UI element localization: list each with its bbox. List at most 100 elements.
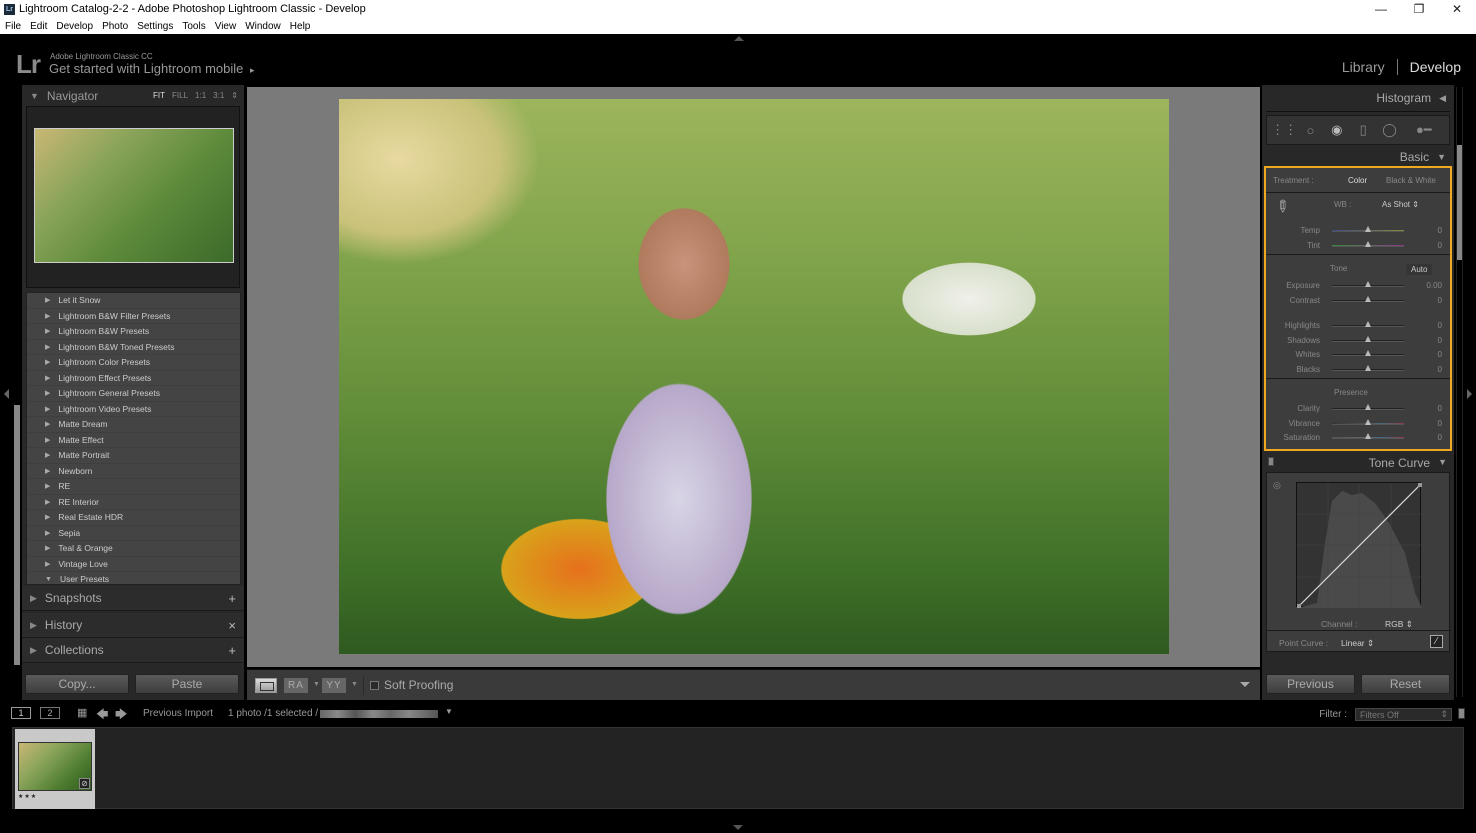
preset-folder[interactable]: ▶ Real Estate HDR	[27, 510, 240, 526]
copy-button[interactable]: Copy...	[25, 674, 129, 694]
before-after-button[interactable]: RA	[284, 678, 308, 693]
slider-value[interactable]: 0	[1438, 226, 1442, 235]
preset-folder[interactable]: ▶ Sepia	[27, 526, 240, 541]
preset-folder[interactable]: ▶ Lightroom Effect Presets	[27, 371, 240, 386]
slider-value[interactable]: 0.00	[1426, 281, 1442, 290]
back-arrow-icon[interactable]: 🡄	[96, 705, 108, 726]
forward-arrow-icon[interactable]: 🡆	[115, 705, 127, 726]
histogram-header[interactable]: Histogram ◀	[1262, 89, 1454, 107]
slider-thumb[interactable]	[1365, 241, 1371, 247]
preset-folder[interactable]: ▶ RE Interior	[27, 495, 240, 510]
treatment-black-white[interactable]: Black & White	[1386, 176, 1436, 185]
treatment-color[interactable]: Color	[1348, 176, 1367, 185]
slider-value[interactable]: 0	[1438, 336, 1442, 345]
point-curve-select[interactable]: Linear ⇕	[1341, 638, 1374, 649]
toolbar-menu-icon[interactable]	[1240, 682, 1250, 687]
reset-button[interactable]: Reset	[1361, 674, 1450, 694]
main-photo[interactable]	[339, 99, 1169, 654]
preset-folder[interactable]: ▶ Matte Dream	[27, 417, 240, 433]
history-header[interactable]: ▶ History ×	[22, 613, 244, 638]
collapse-bottom-arrow-icon[interactable]	[733, 825, 743, 830]
module-library[interactable]: Library	[1342, 59, 1385, 75]
preset-folder[interactable]: ▶ Vintage Love	[27, 557, 240, 572]
slider-value[interactable]: 0	[1438, 433, 1442, 442]
slider-thumb[interactable]	[1365, 296, 1371, 302]
filmstrip-thumbnail[interactable]: ⊘	[18, 742, 92, 791]
auto-tone-button[interactable]: Auto	[1406, 264, 1433, 275]
edit-point-curve-icon[interactable]: ⁄	[1430, 635, 1443, 648]
panel-switch-icon[interactable]	[1268, 457, 1274, 466]
preset-folder[interactable]: ▶ Teal & Orange	[27, 541, 240, 557]
secondary-window-button[interactable]: 2	[40, 707, 60, 719]
zoom-3-1[interactable]: 3:1	[213, 91, 224, 100]
channel-select[interactable]: RGB ⇕	[1385, 619, 1413, 630]
preset-folder[interactable]: ▶ Lightroom General Presets	[27, 386, 240, 402]
slider-thumb[interactable]	[1365, 350, 1371, 356]
filter-lock-icon[interactable]	[1458, 708, 1465, 719]
basic-header[interactable]: Basic ▼	[1262, 149, 1454, 165]
preset-folder[interactable]: ▶ Matte Effect	[27, 433, 240, 448]
slider-thumb[interactable]	[1365, 226, 1371, 232]
preset-folder[interactable]: ▼ User Presets	[27, 572, 240, 584]
preset-folder[interactable]: ▶ Lightroom Video Presets	[27, 402, 240, 417]
slider-thumb[interactable]	[1365, 433, 1371, 439]
paste-button[interactable]: Paste	[135, 674, 239, 694]
navigator-preview-image[interactable]	[34, 128, 234, 263]
collapse-left-arrow-icon[interactable]	[4, 389, 9, 399]
source-dropdown-icon[interactable]: ▼	[445, 707, 453, 716]
before-after-split-button[interactable]: YY	[322, 678, 346, 693]
radial-filter-icon[interactable]: ◯	[1382, 122, 1397, 137]
curve-point-white[interactable]	[1418, 483, 1422, 487]
zoom-fill[interactable]: FILL	[172, 91, 188, 100]
preset-folder[interactable]: ▶ Newborn	[27, 464, 240, 479]
slider-thumb[interactable]	[1365, 281, 1371, 287]
zoom-stepper-icon[interactable]: ⇕	[231, 91, 238, 100]
grid-view-icon[interactable]: ▦	[77, 706, 87, 719]
slider-value[interactable]: 0	[1438, 404, 1442, 413]
slider-value[interactable]: 0	[1438, 350, 1442, 359]
main-window-button[interactable]: 1	[11, 707, 31, 719]
slider-thumb[interactable]	[1365, 364, 1371, 371]
menu-develop[interactable]: Develop	[56, 21, 93, 32]
before-after-dropdown-icon[interactable]: ▼	[313, 681, 320, 688]
preset-folder[interactable]: ▶ RE	[27, 479, 240, 495]
preset-folder[interactable]: ▶ Matte Portrait	[27, 448, 240, 464]
slider-value[interactable]: 0	[1438, 296, 1442, 305]
curve-point-black[interactable]	[1297, 604, 1301, 608]
zoom-1-1[interactable]: 1:1	[195, 91, 206, 100]
collections-header[interactable]: ▶ Collections +	[22, 638, 244, 663]
filter-select[interactable]: Filters Off ⇕	[1355, 708, 1452, 721]
menu-file[interactable]: File	[5, 21, 21, 32]
module-develop[interactable]: Develop	[1410, 59, 1461, 75]
preset-folder[interactable]: ▶ Let it Snow	[27, 293, 240, 309]
menu-tools[interactable]: Tools	[182, 21, 205, 32]
filmstrip-cell[interactable]: ⊘ ★★★	[15, 729, 95, 809]
source-label[interactable]: Previous Import	[143, 708, 213, 719]
zoom-fit[interactable]: FIT	[153, 91, 165, 100]
maximize-button[interactable]: ❐	[1400, 0, 1438, 18]
red-eye-icon[interactable]: ◉	[1330, 122, 1344, 137]
split-dropdown-icon[interactable]: ▼	[351, 681, 358, 688]
close-button[interactable]: ✕	[1438, 0, 1476, 18]
minimize-button[interactable]: —	[1362, 0, 1400, 18]
previous-button[interactable]: Previous	[1266, 674, 1355, 694]
slider-thumb[interactable]	[1365, 404, 1371, 410]
add-snapshot-icon[interactable]: +	[228, 591, 236, 606]
preset-folder[interactable]: ▶ Lightroom B&W Toned Presets	[27, 340, 240, 355]
menu-view[interactable]: View	[215, 21, 237, 32]
preset-folder[interactable]: ▶ Lightroom B&W Presets	[27, 324, 240, 340]
menu-help[interactable]: Help	[290, 21, 311, 32]
clear-history-icon[interactable]: ×	[228, 618, 236, 633]
slider-value[interactable]: 0	[1438, 419, 1442, 428]
slider-thumb[interactable]	[1365, 335, 1371, 342]
slider-thumb[interactable]	[1365, 321, 1371, 327]
menu-photo[interactable]: Photo	[102, 21, 128, 32]
collapse-top-arrow-icon[interactable]	[734, 36, 744, 41]
left-panel-scrollbar[interactable]	[14, 405, 20, 665]
wb-eyedropper-icon[interactable]: ✎	[1269, 195, 1297, 223]
snapshots-header[interactable]: ▶ Snapshots +	[22, 586, 244, 611]
add-collection-icon[interactable]: +	[228, 643, 236, 658]
collapse-right-arrow-icon[interactable]	[1467, 389, 1472, 399]
preset-folder[interactable]: ▶ Lightroom Color Presets	[27, 355, 240, 371]
spot-removal-icon[interactable]: ○	[1303, 123, 1317, 138]
